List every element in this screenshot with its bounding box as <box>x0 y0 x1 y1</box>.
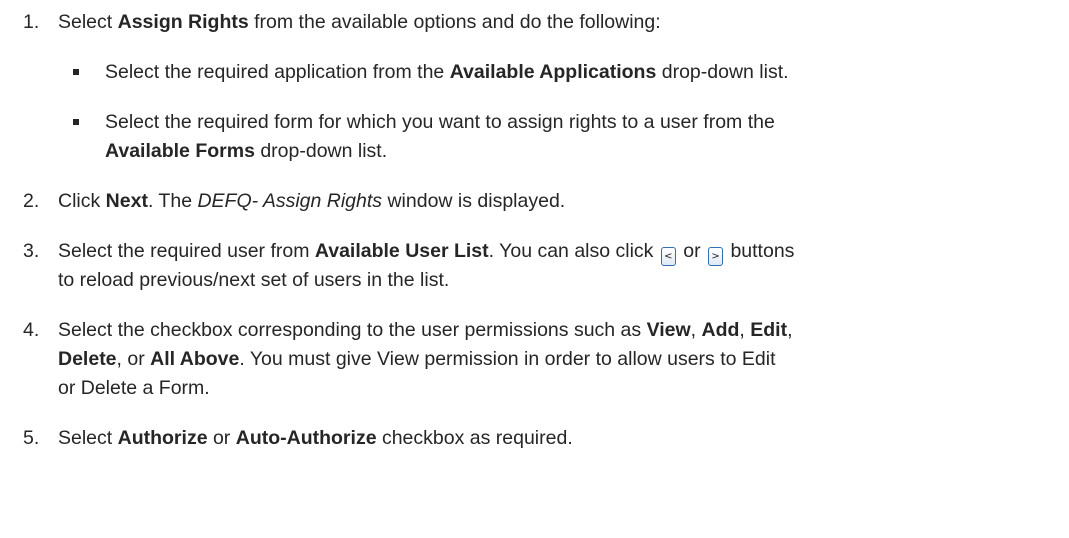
auto-authorize-label: Auto-Authorize <box>235 427 377 449</box>
next-label: Next <box>105 190 148 212</box>
authorize-label: Authorize <box>117 427 208 449</box>
all-above-label: All Above <box>150 348 240 370</box>
delete-label: Delete <box>58 348 117 370</box>
available-user-list-label: Available User List <box>314 240 489 262</box>
edit-label: Edit <box>750 319 788 341</box>
step-1-subitem-2-line-1: Select the required form for which you w… <box>105 111 775 133</box>
step-1-subitem-1: Select the required application from the… <box>105 61 789 83</box>
step-4-number: 4. <box>23 319 40 341</box>
step-4-text-line-3: or Delete a Form. <box>58 377 210 399</box>
step-4-text-line-2: Delete, or All Above. You must give View… <box>58 348 776 370</box>
step-2-text: Click Next. The DEFQ- Assign Rights wind… <box>58 190 566 212</box>
available-applications-label: Available Applications <box>449 61 657 83</box>
add-label: Add <box>701 319 740 341</box>
step-5-text: Select Authorize or Auto-Authorize check… <box>58 427 573 449</box>
bullet-icon <box>73 69 79 75</box>
step-5-number: 5. <box>23 427 40 449</box>
window-name: DEFQ- Assign Rights <box>197 190 383 212</box>
previous-button-icon: < <box>660 247 676 266</box>
available-forms-label: Available Forms <box>105 140 255 162</box>
step-3-text-line-2: to reload previous/next set of users in … <box>58 269 450 291</box>
step-3-number: 3. <box>23 240 40 262</box>
assign-rights-label: Assign Rights <box>117 11 249 33</box>
next-button-icon: > <box>708 247 724 266</box>
step-3-text-line-1: Select the required user from Available … <box>58 239 794 266</box>
step-1-text: Select Assign Rights from the available … <box>58 11 661 33</box>
step-4-text-line-1: Select the checkbox corresponding to the… <box>58 319 793 341</box>
step-2-number: 2. <box>23 190 40 212</box>
bullet-icon <box>73 119 79 125</box>
step-1-subitem-2-line-2: Available Forms drop-down list. <box>105 140 388 162</box>
view-label: View <box>646 319 691 341</box>
step-1-number: 1. <box>23 11 40 33</box>
